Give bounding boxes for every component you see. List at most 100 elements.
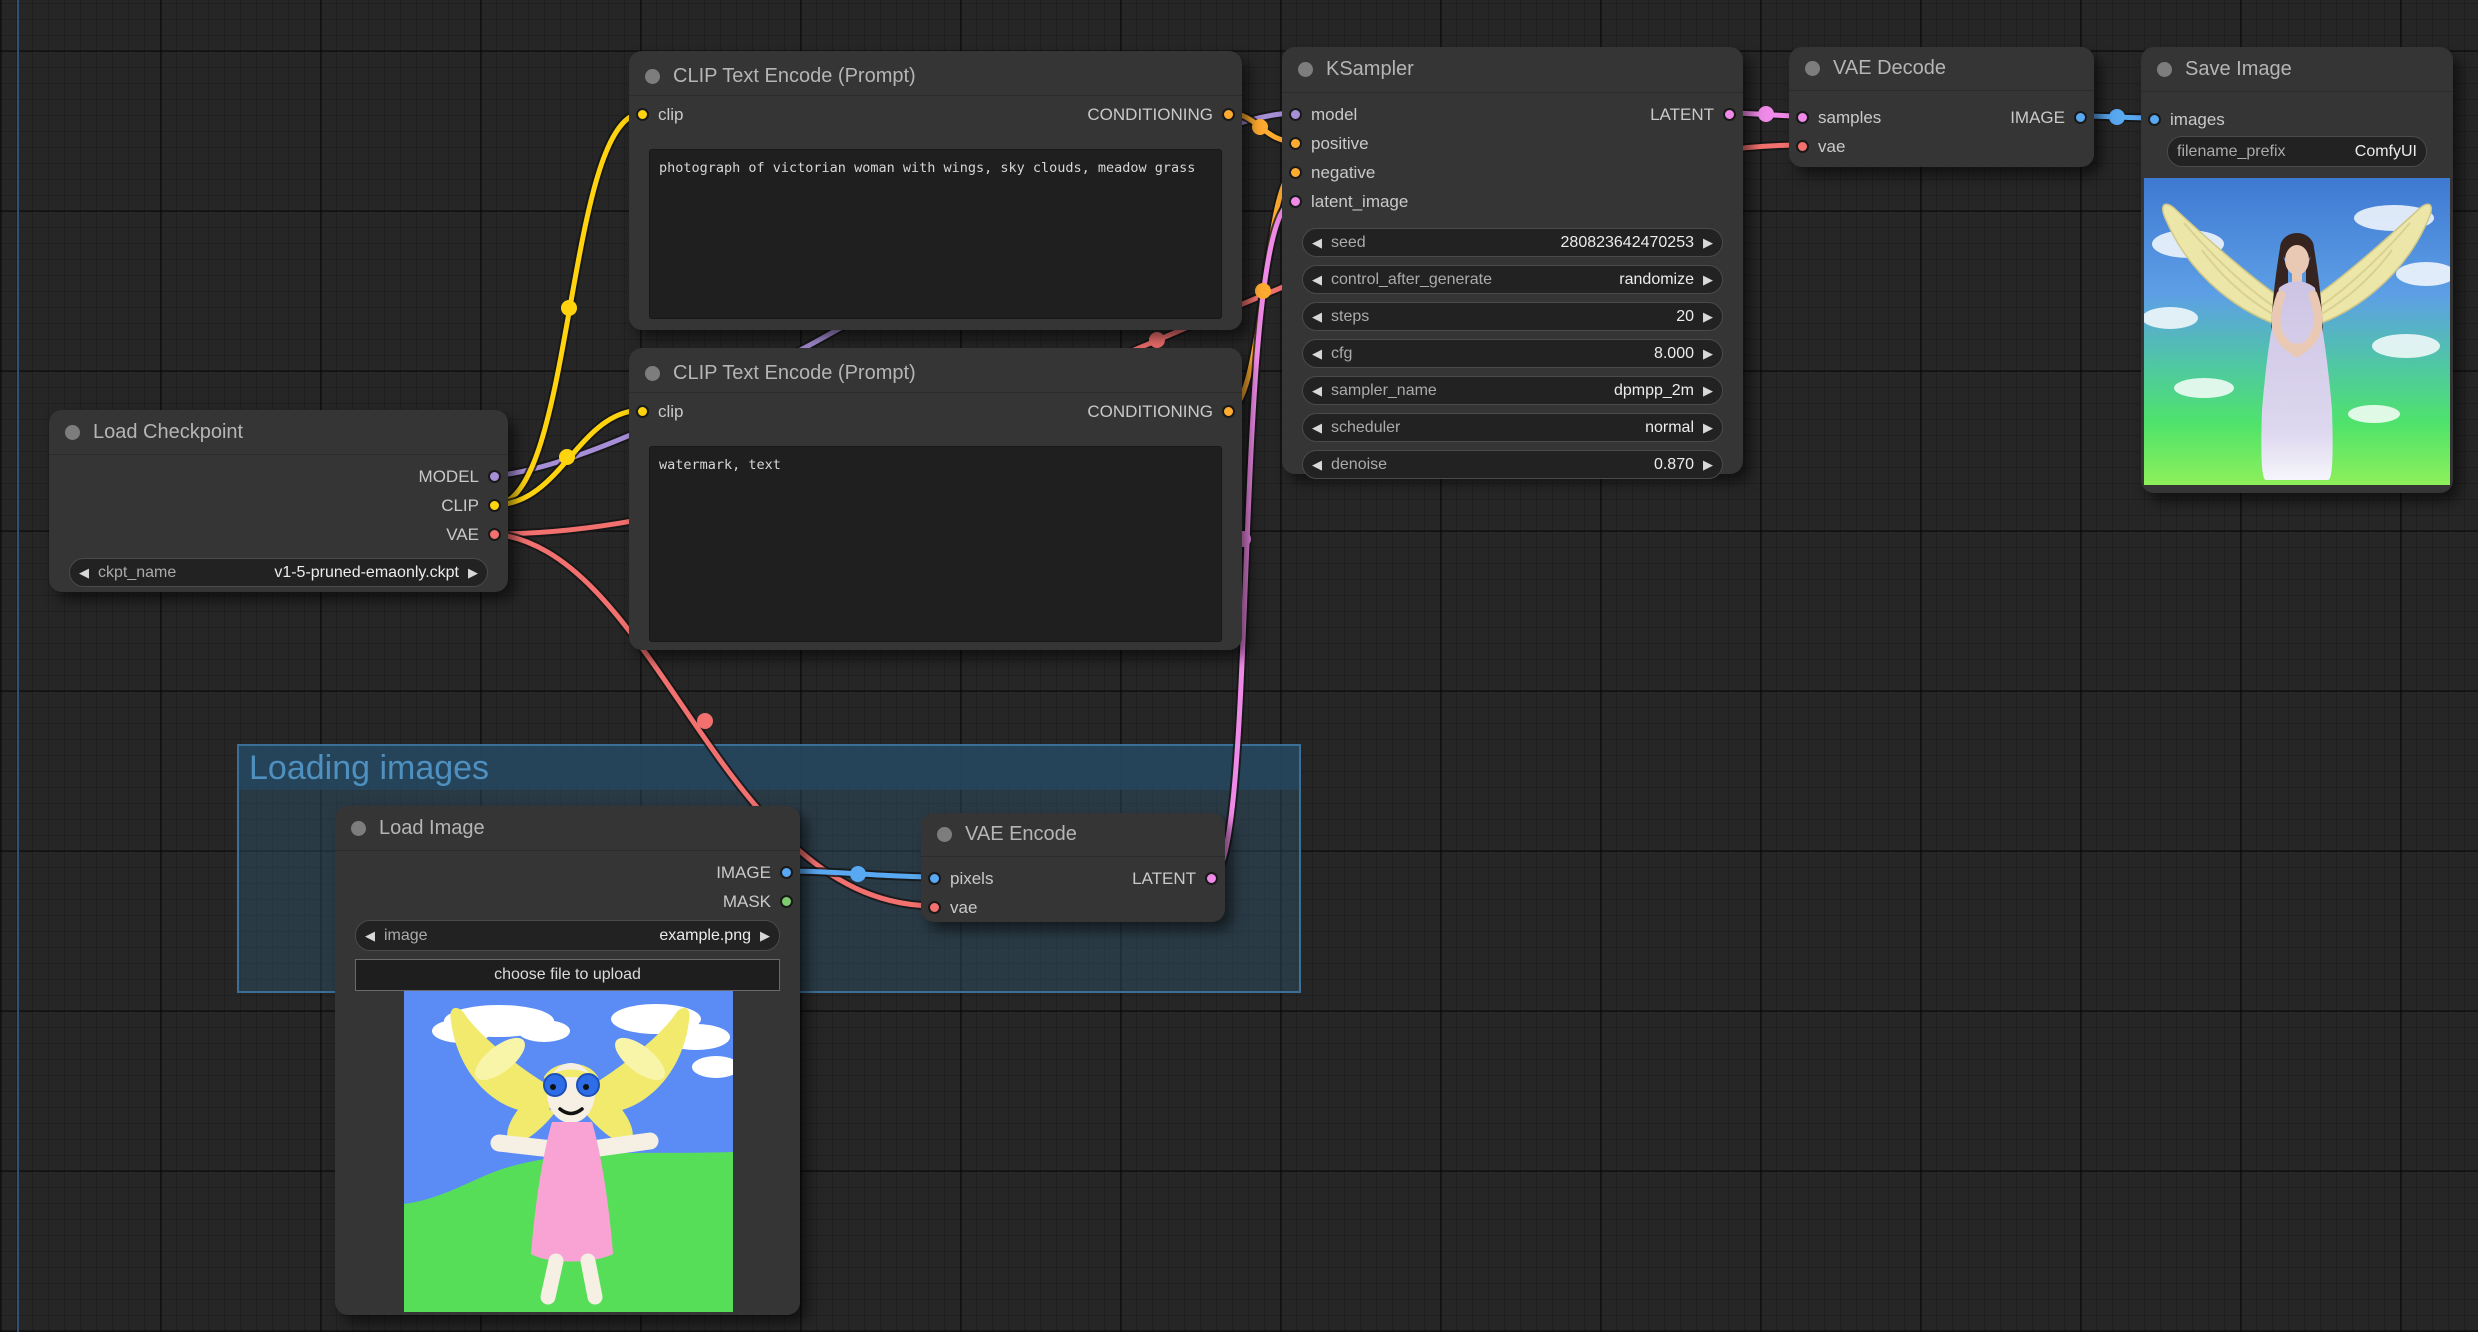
link-dot-image-save[interactable]	[2109, 109, 2125, 125]
clip-output-port[interactable]	[488, 499, 501, 512]
port-label: IMAGE	[2010, 107, 2065, 127]
link-dot-cond-negative[interactable]	[1255, 283, 1271, 299]
node-title: Load Image	[379, 816, 485, 839]
widget-decrement-icon[interactable]: ◀	[1312, 384, 1322, 397]
widget-increment-icon[interactable]: ▶	[1703, 347, 1713, 360]
model-input-port[interactable]	[1289, 108, 1302, 121]
images-input-port[interactable]	[2148, 113, 2161, 126]
widget-steps[interactable]: ◀ steps 20 ▶	[1302, 302, 1723, 331]
widget-image[interactable]: ◀ image example.png ▶	[355, 920, 780, 951]
node-status-dot	[2157, 61, 2172, 77]
widget-filename-prefix[interactable]: filename_prefix ComfyUI	[2167, 136, 2427, 167]
widget-value: 280823642470253	[1560, 233, 1694, 251]
link-dot-clip-negative[interactable]	[559, 449, 575, 465]
vae-input-port[interactable]	[1796, 140, 1809, 153]
choose-file-button[interactable]: choose file to upload	[355, 959, 780, 991]
positive-input-port[interactable]	[1289, 137, 1302, 150]
port-label: model	[1311, 104, 1358, 124]
vae-output-port[interactable]	[488, 528, 501, 541]
node-status-dot	[645, 69, 660, 84]
node-title: Save Image	[2185, 57, 2292, 80]
widget-increment-icon[interactable]: ▶	[1703, 273, 1713, 286]
port-label: vae	[950, 897, 978, 917]
node-load-image[interactable]: Load Image IMAGE MASK ◀ image example.pn…	[335, 806, 800, 1315]
widget-increment-icon[interactable]: ▶	[468, 566, 478, 579]
widget-value: dpmpp_2m	[1613, 381, 1694, 399]
latent-image-input-port[interactable]	[1289, 195, 1302, 208]
link-dot-vae-decode[interactable]	[1149, 332, 1165, 348]
widget-cfg[interactable]: ◀ cfg 8.000 ▶	[1302, 339, 1723, 368]
link-dot-cond-positive[interactable]	[1252, 119, 1268, 135]
widget-decrement-icon[interactable]: ◀	[1312, 310, 1322, 323]
widget-control-after-generate[interactable]: ◀ control_after_generate randomize ▶	[1302, 265, 1723, 294]
port-label: LATENT	[1132, 868, 1196, 888]
widget-value: 20	[1676, 307, 1694, 325]
prompt-textarea[interactable]: watermark, text	[649, 446, 1222, 642]
pixels-input-port[interactable]	[928, 872, 941, 885]
port-label: IMAGE	[716, 862, 771, 882]
node-save-image[interactable]: Save Image images filename_prefix ComfyU…	[2141, 47, 2453, 493]
widget-decrement-icon[interactable]: ◀	[1312, 421, 1322, 434]
vae-input-port[interactable]	[928, 901, 941, 914]
widget-increment-icon[interactable]: ▶	[1703, 236, 1713, 249]
link-dot-latent-samples[interactable]	[1758, 106, 1774, 122]
link-dot-image-pixels[interactable]	[850, 866, 866, 882]
node-title: VAE Encode	[965, 823, 1077, 845]
port-label: VAE	[446, 524, 479, 544]
widget-decrement-icon[interactable]: ◀	[1312, 347, 1322, 360]
widget-label: filename_prefix	[2177, 142, 2286, 160]
widget-value: randomize	[1619, 270, 1694, 288]
model-output-port[interactable]	[488, 470, 501, 483]
widget-label: scheduler	[1331, 418, 1401, 436]
widget-scheduler[interactable]: ◀ scheduler normal ▶	[1302, 413, 1723, 442]
widget-increment-icon[interactable]: ▶	[1703, 384, 1713, 397]
widget-label: image	[384, 926, 428, 944]
latent-output-port[interactable]	[1205, 872, 1218, 885]
port-label: clip	[658, 401, 684, 421]
link-dot-vae-encode[interactable]	[697, 713, 713, 729]
widget-value: normal	[1645, 418, 1694, 436]
port-label: MASK	[722, 891, 771, 911]
image-output-port[interactable]	[780, 866, 793, 879]
link-dot-clip-positive[interactable]	[561, 300, 577, 316]
widget-decrement-icon[interactable]: ◀	[1312, 273, 1322, 286]
prompt-textarea[interactable]: photograph of victorian woman with wings…	[649, 149, 1222, 319]
node-load-checkpoint[interactable]: Load Checkpoint MODEL CLIP VAE ◀ ckpt_na…	[49, 410, 508, 592]
port-label: images	[2170, 109, 2225, 129]
widget-decrement-icon[interactable]: ◀	[1312, 458, 1322, 471]
clip-input-port[interactable]	[636, 405, 649, 418]
widget-decrement-icon[interactable]: ◀	[79, 566, 89, 579]
conditioning-output-port[interactable]	[1222, 108, 1235, 121]
node-title: VAE Decode	[1833, 57, 1947, 79]
widget-seed[interactable]: ◀ seed 280823642470253 ▶	[1302, 228, 1723, 257]
node-clip-text-encode-negative[interactable]: CLIP Text Encode (Prompt) clip CONDITION…	[629, 348, 1242, 650]
widget-label: ckpt_name	[98, 563, 177, 581]
widget-label: control_after_generate	[1331, 270, 1492, 288]
widget-ckpt-name[interactable]: ◀ ckpt_name v1-5-pruned-emaonly.ckpt ▶	[69, 558, 488, 587]
node-vae-decode[interactable]: VAE Decode samples IMAGE vae	[1789, 47, 2094, 167]
widget-sampler-name[interactable]: ◀ sampler_name dpmpp_2m ▶	[1302, 376, 1723, 405]
widget-denoise[interactable]: ◀ denoise 0.870 ▶	[1302, 450, 1723, 479]
mask-output-port[interactable]	[780, 895, 793, 908]
node-vae-encode[interactable]: VAE Encode pixels LATENT vae	[921, 813, 1225, 922]
image-output-port[interactable]	[2074, 111, 2087, 124]
node-ksampler[interactable]: KSampler model LATENT positive negative …	[1282, 47, 1743, 479]
widget-decrement-icon[interactable]: ◀	[1312, 236, 1322, 249]
clip-input-port[interactable]	[636, 108, 649, 121]
widget-increment-icon[interactable]: ▶	[1703, 421, 1713, 434]
widget-increment-icon[interactable]: ▶	[760, 929, 770, 942]
samples-input-port[interactable]	[1796, 111, 1809, 124]
latent-output-port[interactable]	[1723, 108, 1736, 121]
port-label: pixels	[950, 868, 994, 888]
port-label: latent_image	[1311, 191, 1409, 211]
widget-value: example.png	[659, 926, 751, 944]
node-status-dot	[937, 827, 952, 842]
widget-increment-icon[interactable]: ▶	[1703, 458, 1713, 471]
conditioning-output-port[interactable]	[1222, 405, 1235, 418]
node-clip-text-encode-positive[interactable]: CLIP Text Encode (Prompt) clip CONDITION…	[629, 51, 1242, 330]
negative-input-port[interactable]	[1289, 166, 1302, 179]
port-label: MODEL	[418, 466, 479, 486]
widget-decrement-icon[interactable]: ◀	[365, 929, 375, 942]
widget-increment-icon[interactable]: ▶	[1703, 310, 1713, 323]
node-graph-canvas[interactable]: Loading images Load Checkpoint MODEL CLI…	[0, 0, 2478, 1332]
